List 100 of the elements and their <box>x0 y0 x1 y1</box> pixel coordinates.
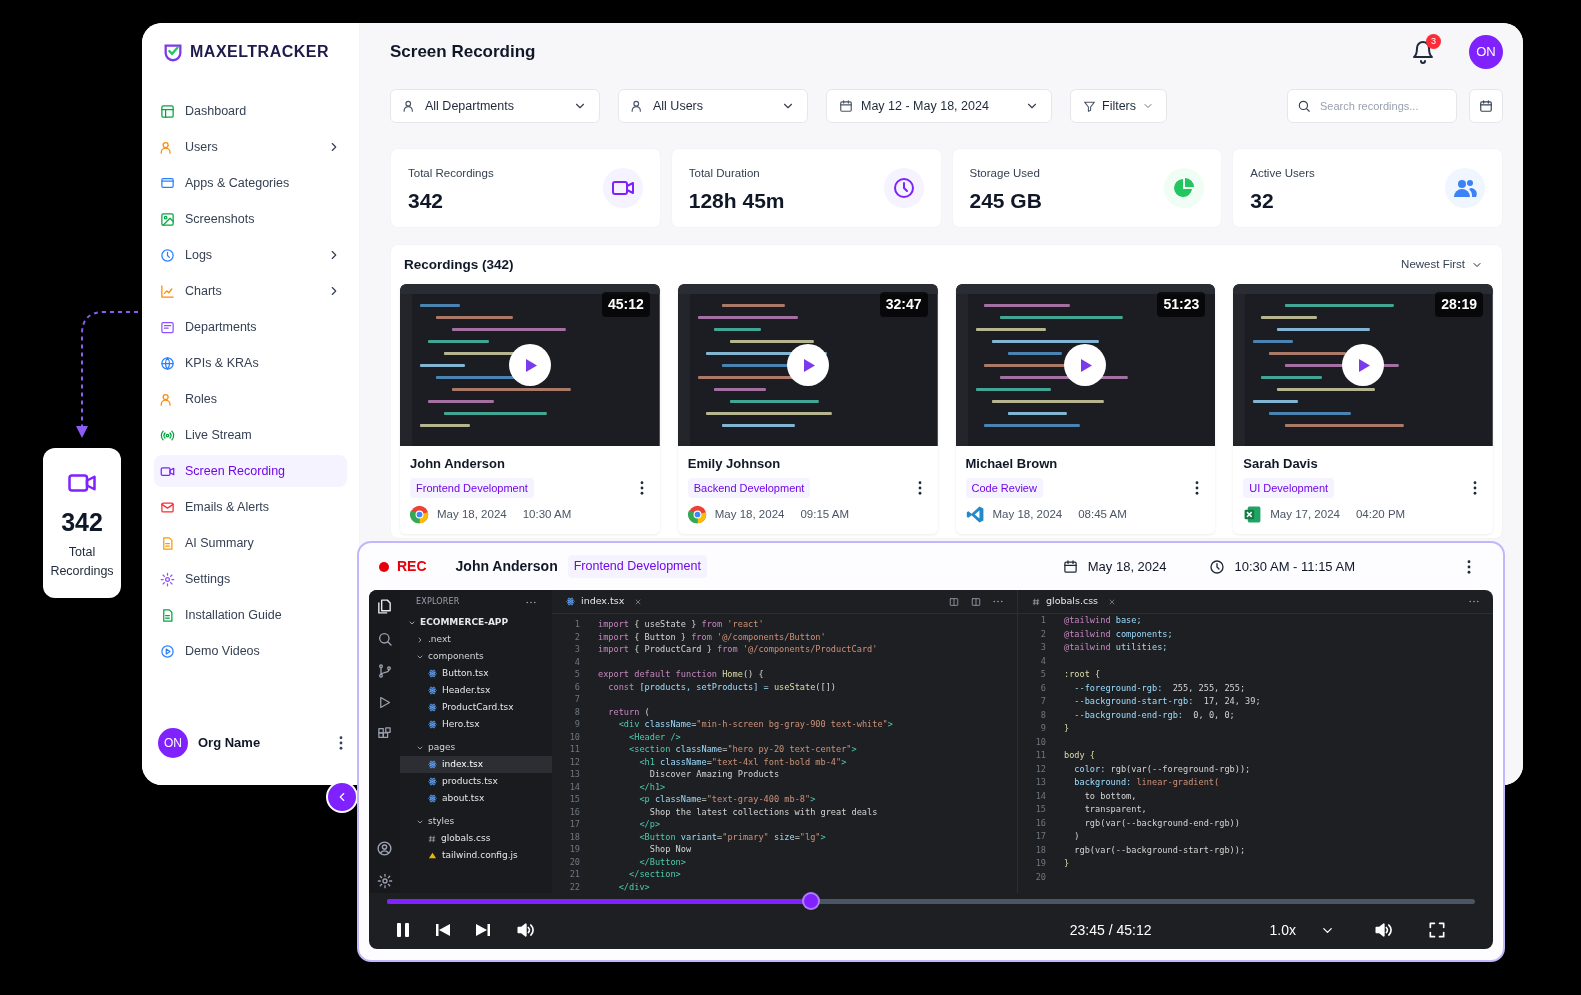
sidebar-item[interactable]: Screen Recording <box>154 455 347 487</box>
code-line: Shop the latest collections with great deals <box>648 805 878 818</box>
pause-icon[interactable] <box>395 922 411 938</box>
sidebar-item[interactable]: Live Stream <box>154 419 347 451</box>
more-icon[interactable] <box>639 480 644 495</box>
sidebar-item[interactable]: Demo Videos <box>154 635 347 667</box>
stat-label: Total Recordings <box>408 165 495 181</box>
filter-dropdown[interactable]: All Departments <box>390 89 600 123</box>
sidebar-item[interactable]: Settings <box>154 563 347 595</box>
stat-value: 245 GB <box>969 190 1043 212</box>
section-title: Recordings (342) <box>404 255 515 274</box>
line-number: 1 <box>573 618 581 631</box>
speed-selector[interactable]: 1.0x <box>1269 919 1296 941</box>
recording-time: 08:45 AM <box>1078 506 1127 522</box>
line-number: 17 <box>1034 830 1047 843</box>
file-item[interactable]: Button.tsx <box>400 665 552 682</box>
stat-label: Total Duration <box>688 165 761 181</box>
folder-item[interactable]: styles <box>400 813 552 830</box>
editor-tab[interactable]: globals.css <box>1046 594 1099 609</box>
file-item[interactable]: products.tsx <box>400 773 552 790</box>
more-icon[interactable] <box>339 736 343 750</box>
line-number: 3 <box>1039 641 1047 654</box>
line-number: 8 <box>573 705 581 718</box>
recording-time: 09:15 AM <box>800 506 850 522</box>
file-item[interactable]: Header.tsx <box>400 682 552 699</box>
sidebar-item[interactable]: Roles <box>154 383 347 415</box>
sidebar-item[interactable]: Departments <box>154 311 347 343</box>
duration-badge: 28:19 <box>1435 292 1483 317</box>
file-item[interactable]: Hero.tsx <box>400 716 552 733</box>
editor-tab[interactable]: index.tsx <box>581 594 625 609</box>
skip-back-icon[interactable] <box>435 922 451 938</box>
more-icon[interactable] <box>1195 480 1200 495</box>
org-avatar: ON <box>158 728 188 758</box>
code-line: </section> <box>628 868 681 881</box>
skip-forward-icon[interactable] <box>475 922 491 938</box>
folder-item[interactable]: .next <box>400 631 552 648</box>
folder-item[interactable]: components <box>400 648 552 665</box>
code-line: </h1> <box>638 780 666 793</box>
recording-date: May 18, 2024 <box>437 506 507 522</box>
brand-name: MAXELTRACKER <box>190 42 330 62</box>
sidebar-item[interactable]: Screenshots <box>154 203 347 235</box>
recording-card[interactable]: 28:19 Sarah Davis UI Development May 17, 2024 04:20 PM <box>1233 284 1493 534</box>
code-line: body { <box>1063 749 1096 762</box>
filter-dropdown[interactable]: May 12 - May 18, 2024 <box>826 89 1052 123</box>
sidebar-item[interactable]: Logs <box>154 239 347 271</box>
logo-icon <box>162 41 184 63</box>
user-name: Michael Brown <box>965 455 1059 473</box>
more-icon[interactable] <box>1473 480 1477 495</box>
config-file-icon <box>428 851 437 860</box>
user-avatar[interactable]: ON <box>1469 35 1503 69</box>
settings-icon <box>376 873 393 889</box>
line-number: 15 <box>568 793 581 806</box>
search-field[interactable]: Search recordings... <box>1287 89 1457 123</box>
user-name: John Anderson <box>455 557 558 576</box>
file-item[interactable]: ProductCard.tsx <box>400 699 552 716</box>
file-item[interactable]: index.tsx <box>400 756 552 773</box>
more-icon[interactable] <box>993 600 1003 603</box>
progress-handle[interactable] <box>802 892 821 910</box>
account-icon <box>376 840 393 857</box>
progress-track[interactable] <box>387 891 1475 911</box>
sidebar-item[interactable]: Users <box>154 131 347 163</box>
sidebar-item[interactable]: Emails & Alerts <box>154 491 347 523</box>
file-item[interactable]: tailwind.config.js <box>400 847 552 864</box>
line-number: 9 <box>1039 722 1047 735</box>
calendar-button[interactable] <box>1469 89 1503 123</box>
filter-dropdown[interactable]: All Users <box>618 89 808 123</box>
sidebar-item[interactable]: KPIs & KRAs <box>154 347 347 379</box>
collapse-button[interactable] <box>326 781 358 813</box>
sidebar-item[interactable]: AI Summary <box>154 527 347 559</box>
recording-card[interactable]: 32:47 Emily Johnson Backend Development May 18, 2024 09:15 AM <box>677 284 938 534</box>
search-icon <box>376 631 393 647</box>
line-number: 21 <box>568 868 581 881</box>
code-line: --background-end-rgb: 0, 0, 0; <box>1073 708 1235 722</box>
more-icon[interactable] <box>1469 600 1479 603</box>
sidebar-item[interactable]: Charts <box>154 275 347 307</box>
calendar-icon <box>1062 559 1078 574</box>
more-icon[interactable] <box>526 600 536 604</box>
stat-value: 32 <box>1250 190 1275 212</box>
project-folder[interactable]: ECOMMERCE-APP <box>400 614 552 631</box>
summary-value: 342 <box>61 510 103 535</box>
category-tag: Code Review <box>965 477 1043 498</box>
sidebar-item[interactable]: Dashboard <box>154 95 347 127</box>
filters-button[interactable]: Filters <box>1070 89 1168 123</box>
recording-card[interactable]: 45:12 John Anderson Frontend Development May 18, 2024 10:30 AM <box>400 284 660 534</box>
react-file-icon <box>566 597 575 606</box>
fullscreen-icon <box>1427 920 1447 940</box>
search-icon <box>1297 99 1311 113</box>
sort-dropdown[interactable]: Newest First <box>1401 256 1489 274</box>
file-item[interactable]: globals.css <box>400 830 552 847</box>
folder-item[interactable]: pages <box>400 739 552 756</box>
more-icon[interactable] <box>1467 559 1471 574</box>
code-line: import { Button } from '@/components/Button' <box>597 630 826 643</box>
code-line: const [products, setProducts] = useState([]) <box>607 680 837 693</box>
sidebar-item[interactable]: Installation Guide <box>154 599 347 631</box>
file-item[interactable]: about.tsx <box>400 790 552 807</box>
more-icon[interactable] <box>917 480 922 495</box>
line-number: 3 <box>573 643 581 656</box>
stat-label: Storage Used <box>969 165 1041 181</box>
recording-card[interactable]: 51:23 Michael Brown Code Review May 18, 2024 08:45 AM <box>955 284 1216 534</box>
sidebar-item[interactable]: Apps & Categories <box>154 167 347 199</box>
